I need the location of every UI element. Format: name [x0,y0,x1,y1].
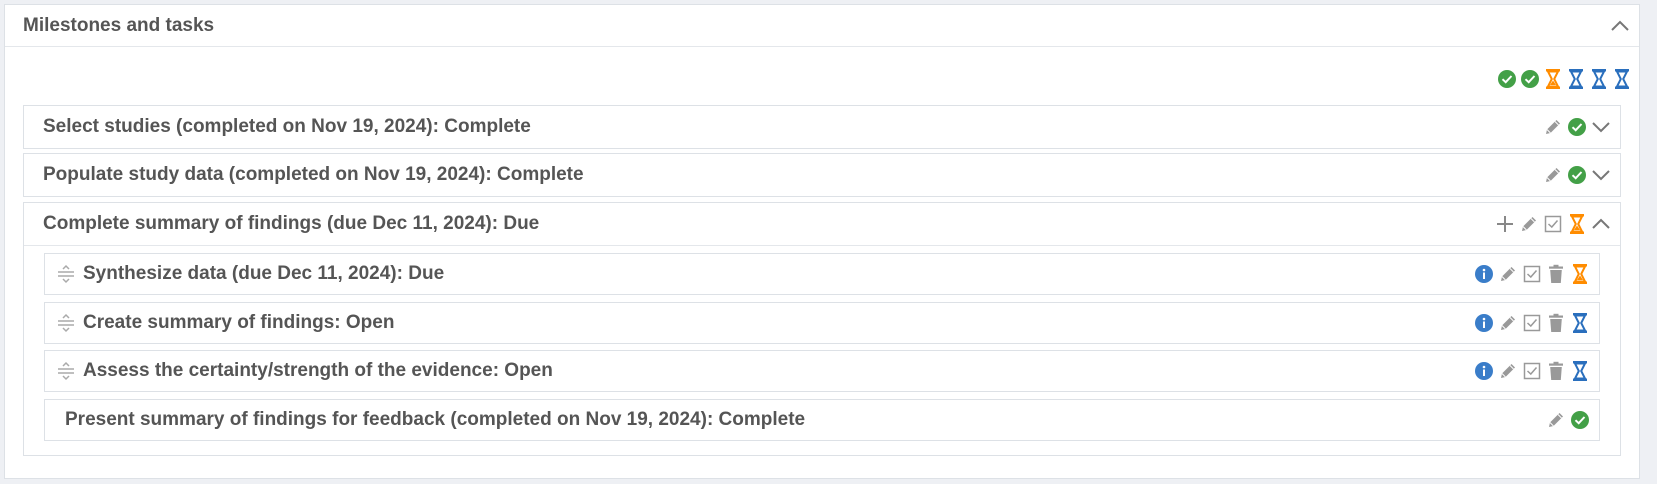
milestone-item: Complete summary of findings (due Dec 11… [23,202,1621,456]
panel-header: Milestones and tasks [5,5,1639,47]
chevron-up-icon[interactable] [1590,212,1612,236]
hourglass-icon [1542,67,1564,91]
edit-pencil-icon[interactable] [1497,311,1519,335]
check-circle-icon [1569,408,1591,432]
milestones-panel: Milestones and tasks Select studies (com… [4,4,1640,479]
checkbox-icon[interactable] [1521,311,1543,335]
hourglass-icon [1569,359,1591,383]
task-row: Synthesize data (due Dec 11, 2024): Due [44,253,1600,295]
check-circle-icon [1566,115,1588,139]
task-row: Present summary of findings for feedback… [44,399,1600,441]
edit-pencil-icon[interactable] [1542,115,1564,139]
milestone-item: Populate study data (completed on Nov 19… [23,153,1621,197]
edit-pencil-icon[interactable] [1545,408,1567,432]
milestone-item: Select studies (completed on Nov 19, 202… [23,105,1621,149]
hourglass-icon [1569,262,1591,286]
task-list: Synthesize data (due Dec 11, 2024): Due … [24,245,1620,456]
status-summary [1496,67,1633,91]
edit-pencil-icon[interactable] [1497,262,1519,286]
milestone-label: Populate study data (completed on Nov 19… [43,164,584,185]
hourglass-icon [1569,311,1591,335]
hourglass-icon [1565,67,1587,91]
drag-handle-icon[interactable] [55,311,77,335]
trash-icon[interactable] [1545,311,1567,335]
info-icon[interactable] [1473,359,1495,383]
edit-pencil-icon[interactable] [1518,212,1540,236]
add-task-icon[interactable] [1494,212,1516,236]
hourglass-icon [1566,212,1588,236]
chevron-down-icon[interactable] [1590,163,1612,187]
task-label: Assess the certainty/strength of the evi… [83,360,553,381]
task-label: Synthesize data (due Dec 11, 2024): Due [83,263,445,284]
checkbox-icon[interactable] [1542,212,1564,236]
edit-pencil-icon[interactable] [1542,163,1564,187]
task-row: Assess the certainty/strength of the evi… [44,350,1600,392]
trash-icon[interactable] [1545,359,1567,383]
chevron-down-icon[interactable] [1590,115,1612,139]
trash-icon[interactable] [1545,262,1567,286]
panel-title: Milestones and tasks [23,14,215,36]
check-circle-icon [1566,163,1588,187]
milestone-label: Select studies (completed on Nov 19, 202… [43,116,531,137]
task-label: Create summary of findings: Open [83,312,395,333]
milestone-label: Complete summary of findings (due Dec 11… [43,213,540,234]
edit-pencil-icon[interactable] [1497,359,1519,383]
check-circle-icon [1519,67,1541,91]
task-row: Create summary of findings: Open [44,302,1600,344]
info-icon[interactable] [1473,311,1495,335]
drag-handle-icon[interactable] [55,262,77,286]
checkbox-icon[interactable] [1521,262,1543,286]
info-icon[interactable] [1473,262,1495,286]
drag-handle-icon[interactable] [55,359,77,383]
task-label: Present summary of findings for feedback… [65,409,806,430]
hourglass-icon [1588,67,1610,91]
checkbox-icon[interactable] [1521,359,1543,383]
hourglass-icon [1611,67,1633,91]
check-circle-icon [1496,67,1518,91]
chevron-up-icon[interactable] [1607,13,1633,39]
